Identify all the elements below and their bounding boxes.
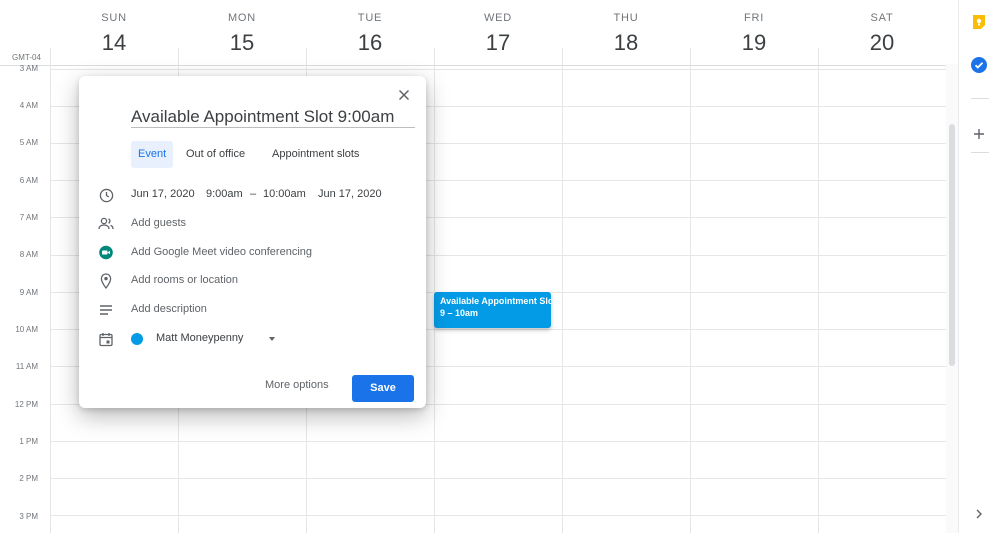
day-name: SUN (101, 12, 127, 24)
add-location-label: Add rooms or location (131, 274, 238, 286)
day-column-line (50, 64, 51, 533)
hour-line (50, 515, 946, 516)
end-date[interactable]: Jun 17, 2020 (318, 188, 382, 200)
day-number[interactable]: 14 (50, 30, 178, 56)
day-header-thu[interactable]: THU 18 (562, 0, 690, 64)
scrollbar-thumb[interactable] (949, 124, 955, 366)
datetime-row: Jun 17, 2020 9:00am – 10:00am Jun 17, 20… (97, 185, 417, 205)
add-guests-row[interactable]: Add guests (97, 214, 417, 234)
hour-label: 3 PM (19, 512, 38, 521)
timezone-label: GMT-04 (12, 53, 41, 62)
hour-label: 3 AM (19, 64, 38, 73)
calendar-icon (97, 330, 115, 348)
add-description-row[interactable]: Add description (97, 300, 417, 320)
dropdown-caret-icon (269, 337, 275, 341)
location-pin-icon (97, 272, 115, 290)
day-header-mon[interactable]: MON 15 (178, 0, 306, 64)
close-button[interactable] (395, 86, 413, 104)
hour-label: 6 AM (19, 176, 38, 185)
day-name: FRI (743, 12, 765, 24)
day-name: SAT (870, 12, 894, 24)
divider (690, 48, 691, 64)
hour-label: 7 AM (19, 213, 38, 222)
divider (971, 152, 989, 153)
day-column-line (562, 64, 563, 533)
clock-icon (97, 186, 115, 204)
divider (178, 48, 179, 64)
calendar-select-row[interactable]: Matt Moneypenny (97, 329, 417, 349)
day-number[interactable]: 20 (818, 30, 946, 56)
event-time: 9 – 10am (440, 308, 479, 318)
hour-label: 4 AM (19, 101, 38, 110)
day-header-sun[interactable]: SUN 14 (50, 0, 178, 64)
end-time[interactable]: 10:00am (263, 188, 306, 200)
day-header-tue[interactable]: TUE 16 (306, 0, 434, 64)
divider (434, 48, 435, 64)
day-number[interactable]: 17 (434, 30, 562, 56)
add-description-label: Add description (131, 303, 207, 315)
calendar-color-dot (131, 333, 143, 345)
start-date[interactable]: Jun 17, 2020 (131, 188, 195, 200)
event-title: Available Appointment Slot (440, 296, 551, 306)
day-name: WED (483, 12, 513, 24)
side-panel (958, 0, 1000, 533)
meet-icon (97, 244, 115, 262)
week-header: SUN 14 MON 15 TUE 16 WED 17 THU 18 FRI 1… (0, 0, 946, 64)
calendar-owner-name: Matt Moneypenny (156, 332, 244, 344)
day-header-wed[interactable]: WED 17 (434, 0, 562, 64)
add-location-row[interactable]: Add rooms or location (97, 271, 417, 291)
add-meet-label: Add Google Meet video conferencing (131, 246, 313, 258)
title-underline (131, 127, 415, 128)
event-chip[interactable]: Available Appointment Slot 9 – 10am (434, 292, 551, 328)
hour-label: 11 AM (15, 362, 38, 371)
hour-label: 10 AM (15, 325, 38, 334)
day-header-fri[interactable]: FRI 19 (690, 0, 818, 64)
hour-line (50, 69, 946, 70)
quick-event-dialog: Event Out of office Appointment slots Ju… (79, 76, 426, 408)
tasks-icon[interactable] (969, 55, 989, 75)
people-icon (97, 215, 115, 233)
add-meet-row[interactable]: Add Google Meet video conferencing (97, 243, 417, 263)
day-name: THU (613, 12, 639, 24)
day-number[interactable]: 19 (690, 30, 818, 56)
day-column-line (818, 64, 819, 533)
divider (818, 48, 819, 64)
tab-event[interactable]: Event (131, 141, 174, 168)
hour-label: 1 PM (19, 437, 38, 446)
hour-line (50, 441, 946, 442)
more-options-button[interactable]: More options (265, 379, 329, 391)
chevron-right-icon[interactable] (969, 504, 989, 524)
save-button[interactable]: Save (352, 375, 414, 402)
hour-label: 2 PM (19, 474, 38, 483)
divider (971, 98, 989, 99)
add-icon[interactable] (969, 124, 989, 144)
close-icon (398, 89, 410, 101)
divider (562, 48, 563, 64)
hour-label: 12 PM (14, 400, 38, 409)
day-header-sat[interactable]: SAT 20 (818, 0, 946, 64)
day-column-line (690, 64, 691, 533)
day-number[interactable]: 16 (306, 30, 434, 56)
day-name: MON (227, 12, 257, 24)
hour-label: 9 AM (19, 288, 38, 297)
keep-icon[interactable] (969, 12, 989, 32)
tab-appointment-slots[interactable]: Appointment slots (265, 141, 366, 168)
day-number[interactable]: 18 (562, 30, 690, 56)
hour-label: 5 AM (19, 138, 38, 147)
hour-line (50, 478, 946, 479)
time-separator: – (250, 188, 257, 200)
hour-label: 8 AM (19, 250, 38, 259)
event-title-input[interactable] (131, 106, 415, 128)
tab-out-of-office[interactable]: Out of office (179, 141, 252, 168)
description-icon (97, 301, 115, 319)
start-time[interactable]: 9:00am (206, 188, 243, 200)
add-guests-label: Add guests (131, 217, 187, 229)
divider (50, 48, 51, 64)
day-number[interactable]: 15 (178, 30, 306, 56)
divider (306, 48, 307, 64)
day-name: TUE (357, 12, 383, 24)
